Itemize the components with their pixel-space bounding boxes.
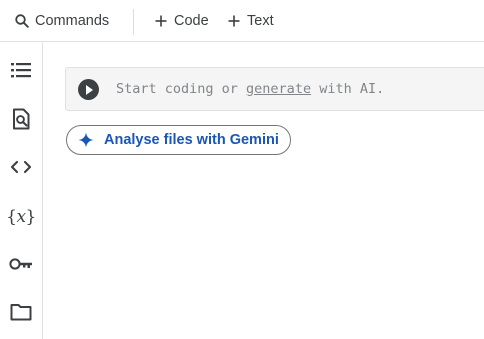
add-code-label: Code [174, 13, 209, 29]
find-in-page-icon [9, 107, 33, 136]
run-cell-button[interactable] [78, 79, 99, 100]
key-icon [8, 252, 34, 281]
add-code-button[interactable]: Code [153, 10, 209, 32]
analyse-files-with-gemini-button[interactable]: Analyse files with Gemini [66, 125, 291, 155]
top-toolbar: Commands Code Text [0, 0, 484, 42]
gemini-chip-label: Analyse files with Gemini [104, 132, 279, 148]
commands-button[interactable]: Commands [14, 10, 109, 32]
sidebar-item-find[interactable] [8, 108, 34, 134]
sidebar-item-variables[interactable]: {x} [6, 204, 36, 230]
folder-icon [9, 300, 33, 329]
sidebar-item-table-of-contents[interactable] [8, 59, 34, 85]
add-text-label: Text [247, 13, 274, 29]
commands-label: Commands [35, 13, 110, 29]
left-sidebar: {x} [0, 42, 43, 339]
gemini-sparkle-icon [78, 132, 94, 148]
toc-icon [9, 58, 33, 87]
sidebar-item-code-snippets[interactable] [8, 156, 34, 182]
code-cell[interactable]: Start coding or generate with AI. [65, 67, 484, 111]
plus-icon [153, 13, 169, 29]
sidebar-item-files[interactable] [8, 301, 34, 327]
add-text-button[interactable]: Text [226, 10, 274, 32]
code-brackets-icon [9, 155, 33, 184]
search-icon [14, 13, 30, 29]
sidebar-item-secrets[interactable] [8, 253, 34, 279]
cell-placeholder[interactable]: Start coding or generate with AI. [116, 81, 384, 97]
variables-icon: {x} [6, 207, 36, 227]
toolbar-divider [133, 9, 134, 35]
plus-icon [226, 13, 242, 29]
generate-link[interactable]: generate [246, 81, 311, 97]
notebook-app: Commands Code Text {x} Start coding or g… [0, 0, 484, 339]
